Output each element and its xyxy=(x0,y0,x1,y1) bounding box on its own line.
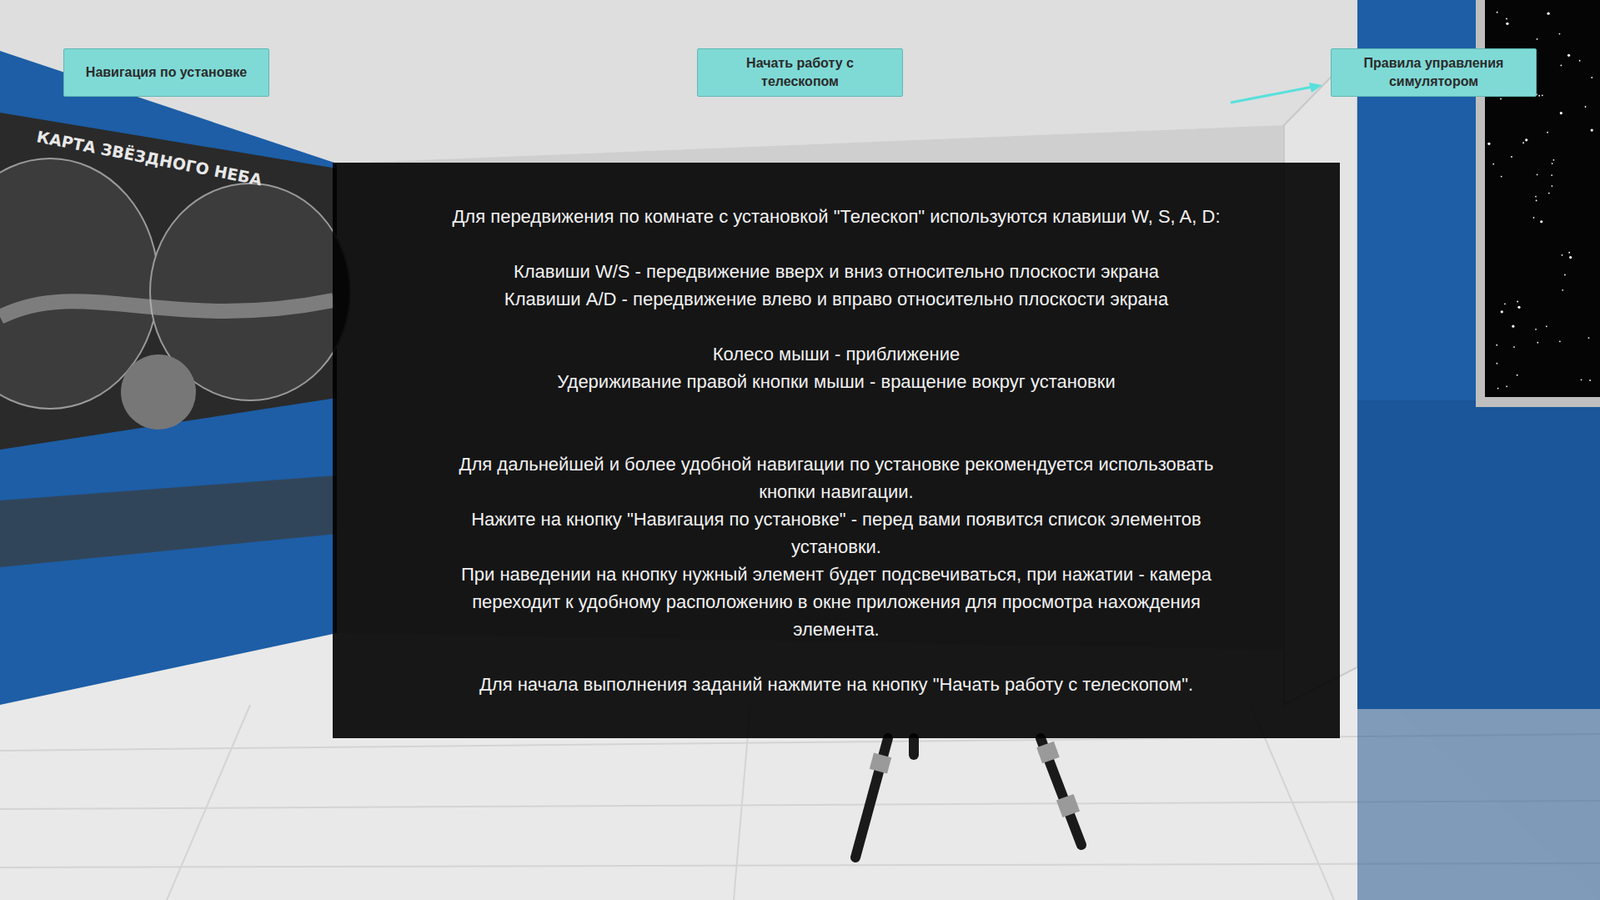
pointer-arrow-icon xyxy=(1225,79,1326,113)
instruction-paragraph: Колесо мыши - приближениеУдериживание пр… xyxy=(357,340,1315,396)
menu-button[interactable]: Правила управлениясимулятором xyxy=(1330,48,1537,97)
instruction-paragraph: Для передвижения по комнате с установкой… xyxy=(357,202,1315,231)
instructions-panel: Для передвижения по комнате с установкой… xyxy=(332,162,1340,738)
instruction-paragraph: Для начала выполнения заданий нажмите на… xyxy=(357,670,1315,698)
menu-button[interactable]: Навигация по установке xyxy=(63,48,270,97)
instruction-paragraph: Для дальнейшей и более удобной навигации… xyxy=(357,450,1315,643)
telescope-tripod[interactable] xyxy=(855,737,1082,858)
simulator-screen: КАРТА ЗВЁЗДНОГО НЕБА Навигация по установ… xyxy=(0,0,1600,900)
menu-button[interactable]: Начать работу стелескопом xyxy=(697,48,903,97)
star-map-poster: КАРТА ЗВЁЗДНОГО НЕБА xyxy=(0,112,351,450)
svg-text:КАРТА ЗВЁЗДНОГО НЕБА: КАРТА ЗВЁЗДНОГО НЕБА xyxy=(35,125,264,189)
instruction-paragraph: Клавиши W/S - передвижение вверх и вниз … xyxy=(357,257,1315,313)
top-button-bar: Навигация по установке Начать работу стел… xyxy=(0,0,1600,97)
